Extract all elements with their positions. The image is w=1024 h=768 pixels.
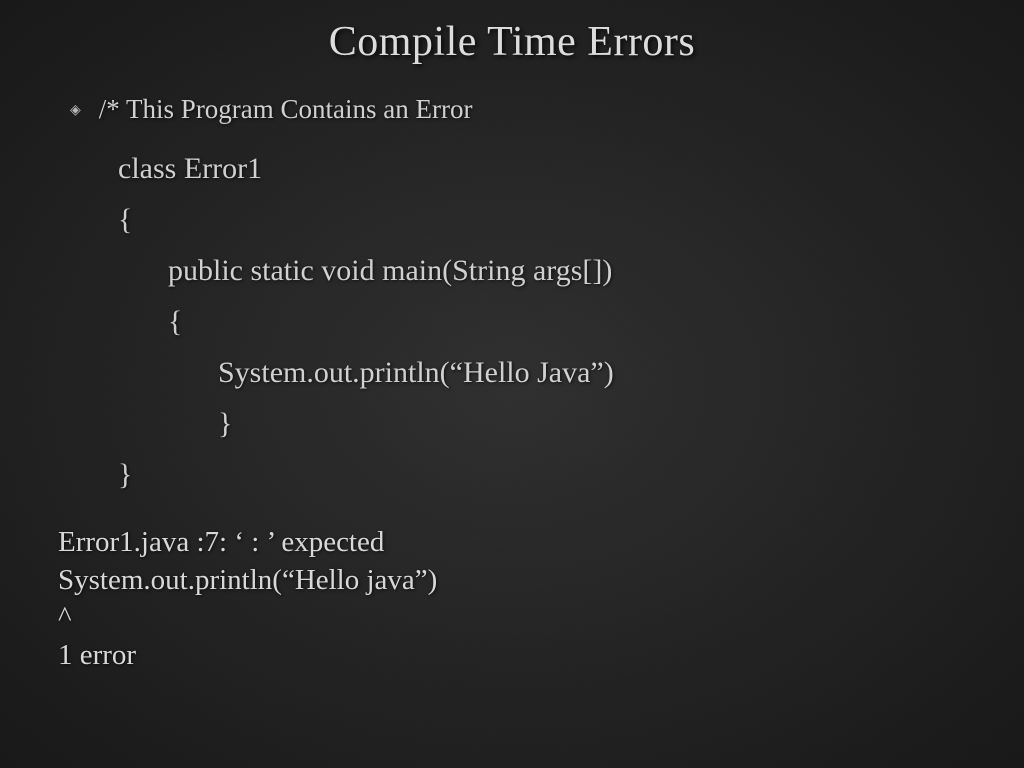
code-line: } — [118, 449, 984, 500]
slide-title: Compile Time Errors — [40, 18, 984, 66]
bullet-item: ◈ /* This Program Contains an Error — [70, 94, 984, 125]
error-line: Error1.java :7: ‘ : ’ expected — [58, 524, 984, 562]
code-line: { — [118, 194, 984, 245]
code-line: public static void main(String args[]) — [118, 245, 984, 296]
error-line: System.out.println(“Hello java”) — [58, 562, 984, 600]
code-line: class Error1 — [118, 143, 984, 194]
error-line: ^ — [58, 599, 984, 637]
diamond-bullet-icon: ◈ — [70, 102, 81, 119]
code-line: System.out.println(“Hello Java”) — [118, 347, 984, 398]
presentation-slide: Compile Time Errors ◈ /* This Program Co… — [0, 0, 1024, 768]
code-line: } — [118, 398, 984, 449]
error-line: 1 error — [58, 637, 984, 675]
code-line: { — [118, 296, 984, 347]
compiler-error-output: Error1.java :7: ‘ : ’ expected System.ou… — [58, 524, 984, 675]
bullet-text: /* This Program Contains an Error — [99, 94, 473, 125]
code-sample: class Error1 { public static void main(S… — [118, 143, 984, 500]
